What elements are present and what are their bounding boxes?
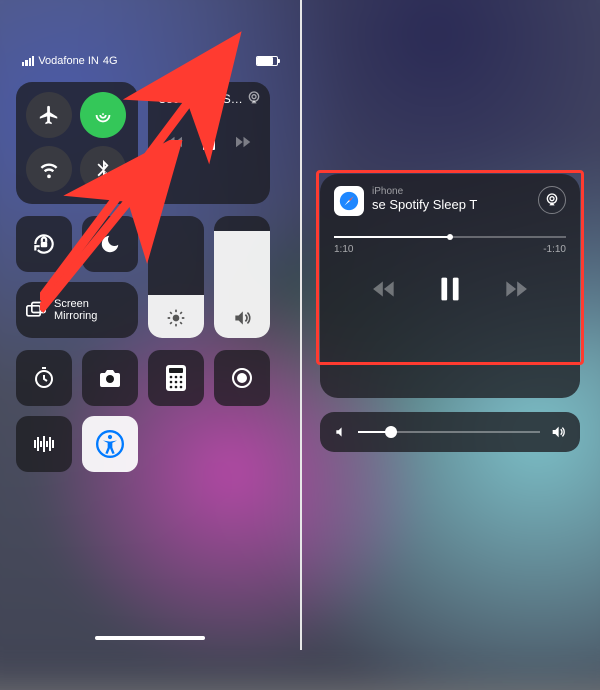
media-expanded-screen: iPhone se Spotify Sleep T 1:10 -1:10 [300, 0, 600, 650]
screen-record-button[interactable] [214, 350, 270, 406]
annotation-highlight [316, 170, 584, 365]
volume-bar[interactable] [320, 412, 580, 452]
screen-divider [300, 0, 302, 650]
calculator-button[interactable] [148, 350, 204, 406]
annotation-arrow [40, 140, 210, 320]
volume-high-icon [550, 424, 566, 440]
home-indicator[interactable] [95, 636, 205, 640]
volume-icon [214, 308, 270, 328]
volume-track[interactable] [358, 431, 540, 433]
volume-low-icon [334, 425, 348, 439]
signal-bars-icon [22, 56, 34, 66]
accessibility-button[interactable] [82, 416, 138, 472]
control-center-screen: Vodafone IN 4G [0, 0, 300, 650]
timer-button[interactable] [16, 350, 72, 406]
camera-button[interactable] [82, 350, 138, 406]
voice-memos-button[interactable] [16, 416, 72, 472]
